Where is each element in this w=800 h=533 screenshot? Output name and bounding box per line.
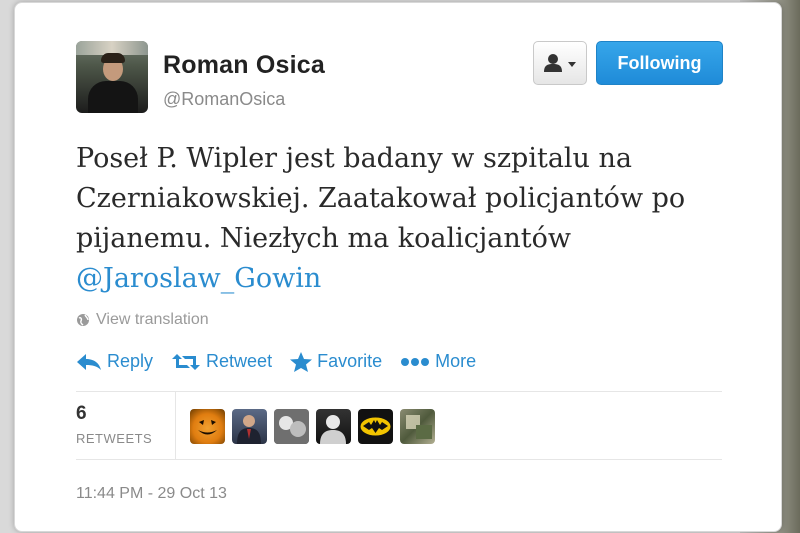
- retweet-label: Retweet: [206, 351, 273, 371]
- avatar[interactable]: [76, 41, 148, 113]
- mention-link[interactable]: @Jaroslaw_Gowin: [76, 263, 321, 294]
- tweet-actions: Reply Retweet Favorite More: [76, 351, 494, 372]
- favorite-button[interactable]: Favorite: [290, 351, 382, 372]
- more-label: More: [435, 351, 477, 371]
- star-icon: [290, 351, 313, 372]
- view-translation-label: View translation: [96, 311, 209, 328]
- retweeter-avatar[interactable]: [274, 409, 309, 444]
- retweet-button[interactable]: Retweet: [171, 351, 272, 372]
- retweets-label: RETWEETS: [76, 431, 153, 446]
- retweet-icon: [172, 353, 201, 370]
- user-handle[interactable]: @RomanOsica: [163, 89, 285, 110]
- view-translation-link[interactable]: View translation: [76, 311, 209, 329]
- reply-label: Reply: [107, 351, 154, 371]
- tweet-text: Poseł P. Wipler jest badany w szpitalu n…: [76, 139, 736, 299]
- retweeter-avatar[interactable]: [358, 409, 393, 444]
- more-button[interactable]: More: [400, 351, 476, 372]
- tweet-body: Poseł P. Wipler jest badany w szpitalu n…: [76, 143, 686, 254]
- retweeter-avatar[interactable]: [400, 409, 435, 444]
- divider: [76, 459, 722, 460]
- retweeter-avatar[interactable]: [232, 409, 267, 444]
- reply-button[interactable]: Reply: [76, 351, 153, 372]
- user-icon: [544, 54, 562, 72]
- user-actions-button[interactable]: [533, 41, 587, 85]
- divider: [76, 391, 722, 392]
- more-dots-icon: [401, 357, 430, 366]
- user-name[interactable]: Roman Osica: [163, 51, 325, 80]
- retweeters-list: [190, 409, 435, 444]
- timestamp[interactable]: 11:44 PM - 29 Oct 13: [76, 485, 227, 503]
- retweets-count[interactable]: 6: [76, 403, 87, 425]
- favorite-label: Favorite: [317, 351, 383, 371]
- tweet-card: Roman Osica @RomanOsica Following Poseł …: [14, 2, 782, 532]
- reply-icon: [77, 353, 101, 370]
- retweeter-avatar[interactable]: [190, 409, 225, 444]
- divider: [175, 391, 176, 459]
- globe-icon: [77, 314, 89, 326]
- caret-down-icon: [568, 62, 576, 67]
- retweeter-avatar[interactable]: [316, 409, 351, 444]
- following-button[interactable]: Following: [596, 41, 723, 85]
